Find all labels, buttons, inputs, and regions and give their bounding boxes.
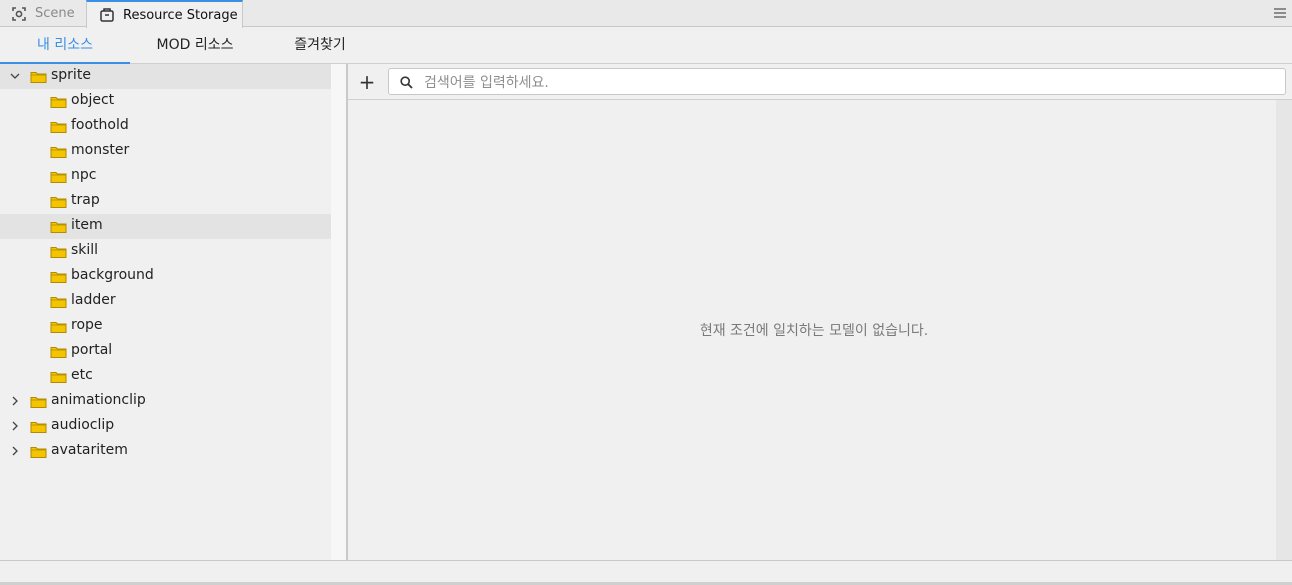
tree-item-label: npc	[71, 167, 97, 183]
chevron-down-icon[interactable]	[9, 70, 21, 82]
resource-grid: 현재 조건에 일치하는 모델이 없습니다.	[348, 100, 1276, 560]
chevron-right-icon[interactable]	[9, 445, 21, 457]
folder-icon	[50, 95, 67, 108]
tab-my-resources[interactable]: 내 리소스	[0, 27, 130, 64]
resource-subtabs: 내 리소스 MOD 리소스 즐겨찾기	[0, 27, 1292, 64]
storage-icon	[100, 8, 114, 22]
tree-item-ladder[interactable]: ladder	[0, 289, 331, 314]
status-bar	[0, 560, 1292, 585]
tree-item-label: background	[71, 267, 154, 283]
folder-icon	[50, 170, 67, 183]
search-box[interactable]	[388, 68, 1286, 95]
tab-scene[interactable]: Scene	[0, 0, 86, 27]
content-toolbar: +	[348, 64, 1292, 100]
tab-resource-storage[interactable]: Resource Storage	[86, 0, 243, 28]
content-scrollbar[interactable]	[1276, 100, 1292, 560]
scene-icon	[12, 6, 26, 21]
tree-item-label: rope	[71, 317, 103, 333]
tree-item-label: object	[71, 92, 115, 108]
tab-resource-storage-label: Resource Storage	[123, 7, 238, 23]
tree-item-npc[interactable]: npc	[0, 164, 331, 189]
tree-item-portal[interactable]: portal	[0, 339, 331, 364]
tree-item-label: ladder	[71, 292, 116, 308]
tree-item-etc[interactable]: etc	[0, 364, 331, 389]
folder-icon	[50, 145, 67, 158]
tree-item-label: audioclip	[51, 417, 115, 433]
folder-icon	[50, 320, 67, 333]
document-tab-bar: Scene Resource Storage	[0, 0, 1292, 28]
tree-item-label: item	[71, 217, 103, 233]
folder-icon	[30, 395, 47, 408]
tree-item-item[interactable]: item	[0, 214, 331, 239]
folder-icon	[50, 220, 67, 233]
search-icon	[400, 76, 413, 89]
tree-item-rope[interactable]: rope	[0, 314, 331, 339]
tree-item-animationclip[interactable]: animationclip	[0, 389, 331, 414]
tree-item-label: trap	[71, 192, 100, 208]
tab-scene-label: Scene	[35, 6, 75, 21]
tree-item-sprite[interactable]: sprite	[0, 64, 331, 89]
tree-item-background[interactable]: background	[0, 264, 331, 289]
folder-icon	[50, 295, 67, 308]
menu-icon[interactable]	[1274, 6, 1286, 20]
tree-item-foothold[interactable]: foothold	[0, 114, 331, 139]
tree-item-label: foothold	[71, 117, 129, 133]
tree-item-label: animationclip	[51, 392, 146, 408]
folder-icon	[30, 445, 47, 458]
folder-tree: sprite object foothold monster npc trap item sk…	[0, 64, 331, 560]
tree-item-label: skill	[71, 242, 99, 258]
resource-storage-window: Scene Resource Storage 내 리소스 MOD 리소스 즐겨찾…	[0, 0, 1292, 585]
tree-item-monster[interactable]: monster	[0, 139, 331, 164]
tree-item-label: etc	[71, 367, 93, 383]
tab-favorites[interactable]: 즐겨찾기	[260, 27, 380, 63]
folder-icon	[50, 370, 67, 383]
tree-item-trap[interactable]: trap	[0, 189, 331, 214]
folder-icon	[50, 245, 67, 258]
tab-mod-resources[interactable]: MOD 리소스	[130, 27, 260, 63]
folder-icon	[30, 70, 47, 83]
empty-state-message: 현재 조건에 일치하는 모델이 없습니다.	[699, 323, 929, 339]
tree-item-label: monster	[71, 142, 130, 158]
folder-icon	[50, 195, 67, 208]
tree-item-avataritem[interactable]: avataritem	[0, 439, 331, 464]
add-button[interactable]: +	[356, 71, 378, 93]
search-input[interactable]	[422, 72, 1276, 93]
tree-item-object[interactable]: object	[0, 89, 331, 114]
folder-icon	[50, 120, 67, 133]
tree-scrollbar[interactable]	[331, 64, 346, 560]
tree-item-label: portal	[71, 342, 113, 358]
tree-item-label: avataritem	[51, 442, 128, 458]
tree-item-audioclip[interactable]: audioclip	[0, 414, 331, 439]
resource-content-panel: + 현재 조건에 일치하는 모델이 없습니다.	[348, 64, 1292, 560]
tree-item-skill[interactable]: skill	[0, 239, 331, 264]
folder-icon	[30, 420, 47, 433]
tree-item-label: sprite	[51, 67, 91, 83]
folder-icon	[50, 270, 67, 283]
chevron-right-icon[interactable]	[9, 420, 21, 432]
chevron-right-icon[interactable]	[9, 395, 21, 407]
folder-icon	[50, 345, 67, 358]
